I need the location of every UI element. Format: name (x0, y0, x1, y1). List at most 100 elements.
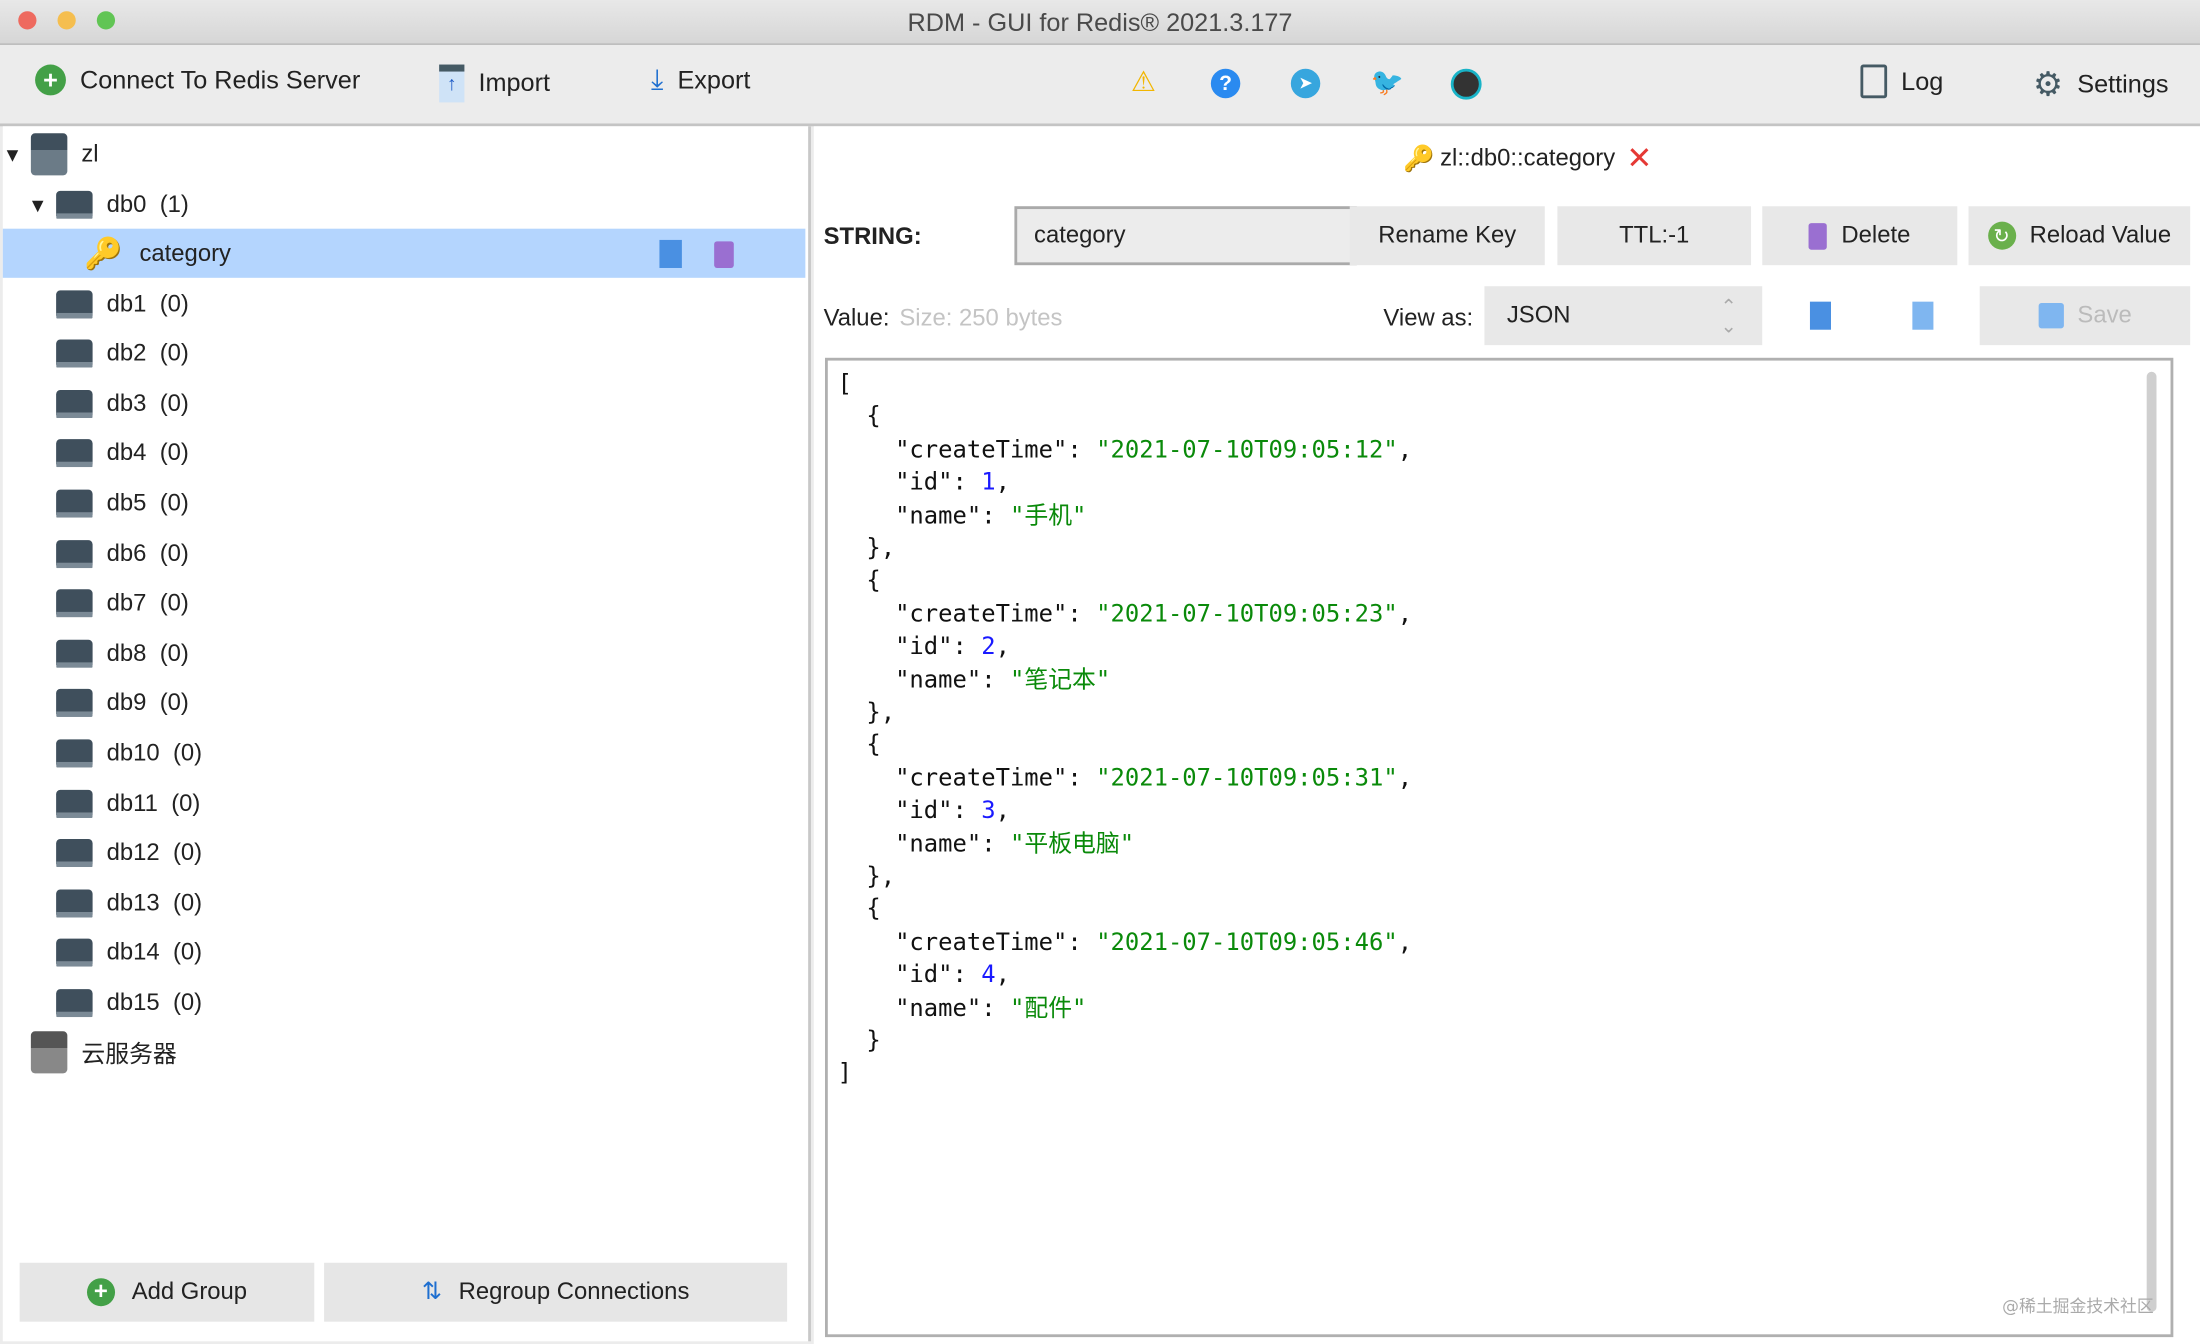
rename-key-button[interactable]: Rename Key (1349, 206, 1545, 266)
type-label: STRING: (823, 223, 922, 250)
tree-db6[interactable]: db6 (0) (3, 529, 859, 578)
tree-db8[interactable]: db8 (0) (3, 629, 859, 678)
db-name: db7 (106, 589, 147, 617)
db-count: (0) (172, 989, 203, 1016)
key-panel: 🔑 zl::db0::category ✕ STRING: category R… (813, 126, 2200, 1344)
tree-db10[interactable]: db10 (0) (3, 729, 859, 778)
tree-db2[interactable]: db2 (0) (3, 329, 859, 378)
add-group-button[interactable]: + Add Group (19, 1262, 315, 1322)
view-as-label: View as: (1383, 304, 1474, 332)
value-label: Value: (823, 304, 890, 332)
import-icon: ↑ (439, 64, 465, 103)
trash-icon[interactable] (714, 241, 734, 268)
server-icon (30, 132, 68, 175)
json-token: "id": (837, 961, 982, 990)
db-count: (0) (159, 439, 189, 467)
reload-label: Reload Value (2029, 221, 2172, 249)
github-icon[interactable] (1450, 68, 1482, 100)
json-string-value: 2021-07-10T09:05:23 (1110, 600, 1384, 629)
watermark: @稀土掘金技术社区 (2002, 1296, 2154, 1317)
telegram-icon[interactable]: ➤ (1290, 68, 1321, 99)
json-string: "手机" (1009, 501, 1087, 530)
copy-value-icon[interactable] (1809, 301, 1831, 330)
json-token: } (837, 1027, 881, 1056)
connect-button[interactable]: + Connect To Redis Server (35, 64, 360, 96)
json-string-value: 配件 (1024, 994, 1073, 1023)
warning-icon[interactable]: ⚠ (1131, 65, 1156, 100)
export-icon: ⤓ (651, 64, 664, 96)
tree-db4[interactable]: db4 (0) (3, 429, 859, 478)
tree-connection-zl[interactable]: ▼ zl (3, 129, 806, 178)
json-number: 3 (981, 797, 996, 826)
expand-arrow-icon[interactable]: ▼ (3, 142, 25, 164)
db-name: db15 (106, 989, 160, 1016)
db-name: db8 (106, 639, 147, 667)
db-count: (0) (172, 939, 203, 966)
tree-db13[interactable]: db13 (0) (3, 879, 859, 928)
key-tab[interactable]: 🔑 zl::db0::category ✕ (1403, 140, 1652, 176)
ttl-button[interactable]: TTL:-1 (1557, 206, 1752, 266)
save-button[interactable]: Save (1979, 286, 2191, 346)
add-circle-icon: + (35, 64, 66, 96)
editor-scrollbar[interactable] (2146, 371, 2157, 1312)
tree-db7[interactable]: db7 (0) (3, 579, 859, 628)
json-token: "createTime": (837, 928, 1097, 957)
tree-connection-cloud[interactable]: 云服务器 (3, 1027, 806, 1076)
tree-db12[interactable]: db12 (0) (3, 829, 859, 878)
import-button[interactable]: ↑ Import (439, 64, 550, 103)
db-count: (1) (159, 190, 189, 217)
db-name: db12 (106, 839, 160, 866)
tree-db9[interactable]: db9 (0) (3, 679, 859, 728)
json-number: 2 (981, 633, 996, 662)
trash-icon (1809, 222, 1828, 250)
db-count: (0) (159, 539, 189, 567)
reload-value-button[interactable]: ↻ Reload Value (1968, 206, 2191, 266)
json-token: }, (837, 698, 896, 727)
export-button[interactable]: ⤓ Export (651, 65, 750, 97)
json-string: "平板电脑" (1009, 830, 1135, 859)
json-token: "createTime": (837, 764, 1097, 793)
help-icon[interactable]: ? (1210, 68, 1241, 99)
value-editor[interactable]: [ { "createTime": "2021-07-10T09:05:12",… (824, 357, 2174, 1338)
settings-button[interactable]: ⚙ Settings (2033, 65, 2168, 106)
code-line: "id": 1, (838, 467, 1010, 499)
code-line: "name": "平板电脑" (838, 829, 1135, 861)
view-as-select[interactable]: JSON ⌃ ⌄ (1484, 286, 1763, 346)
json-token: { (837, 403, 881, 432)
database-icon (56, 889, 93, 918)
json-string: "2021-07-10T09:05:46" (1096, 928, 1398, 957)
json-string: "2021-07-10T09:05:31" (1096, 764, 1398, 793)
log-button[interactable]: Log (1860, 64, 1943, 99)
tree-db14[interactable]: db14 (0) (3, 929, 859, 978)
db-name: db11 (106, 789, 158, 816)
tree-db15[interactable]: db15 (0) (3, 978, 859, 1027)
settings-label: Settings (2077, 70, 2169, 99)
tree-db1[interactable]: db1 (0) (3, 279, 859, 328)
json-token: "name": (837, 994, 1010, 1023)
reload-icon: ↻ (1987, 221, 2016, 250)
tree-db11[interactable]: db11 (0) (3, 779, 859, 828)
delete-button[interactable]: Delete (1762, 206, 1958, 266)
json-token: }, (837, 534, 896, 563)
tree-db0[interactable]: ▼ db0 (1) (3, 180, 831, 229)
copy-key-icon[interactable] (659, 239, 682, 268)
tree-db3[interactable]: db3 (0) (3, 379, 859, 428)
db-count: (0) (172, 739, 203, 766)
twitter-icon[interactable]: 🐦 (1371, 66, 1404, 100)
tree-key-category[interactable]: 🔑 category (2, 228, 806, 278)
db-name: db1 (106, 289, 147, 317)
expand-arrow-icon[interactable]: ▼ (28, 193, 50, 215)
key-name-input[interactable]: category (1014, 206, 1357, 266)
database-icon (56, 639, 93, 668)
db-count: (0) (172, 889, 203, 916)
database-icon (56, 539, 93, 568)
json-string-value: 笔记本 (1024, 665, 1096, 694)
db-name: db4 (106, 439, 147, 467)
tree-db5[interactable]: db5 (0) (3, 479, 859, 528)
format-document-icon[interactable] (1912, 301, 1934, 330)
json-token: , (995, 961, 1011, 990)
json-token: "createTime": (837, 436, 1097, 465)
regroup-button[interactable]: ⇅ Regroup Connections (324, 1262, 788, 1322)
db-name: db3 (106, 389, 147, 417)
close-tab-icon[interactable]: ✕ (1626, 140, 1652, 176)
